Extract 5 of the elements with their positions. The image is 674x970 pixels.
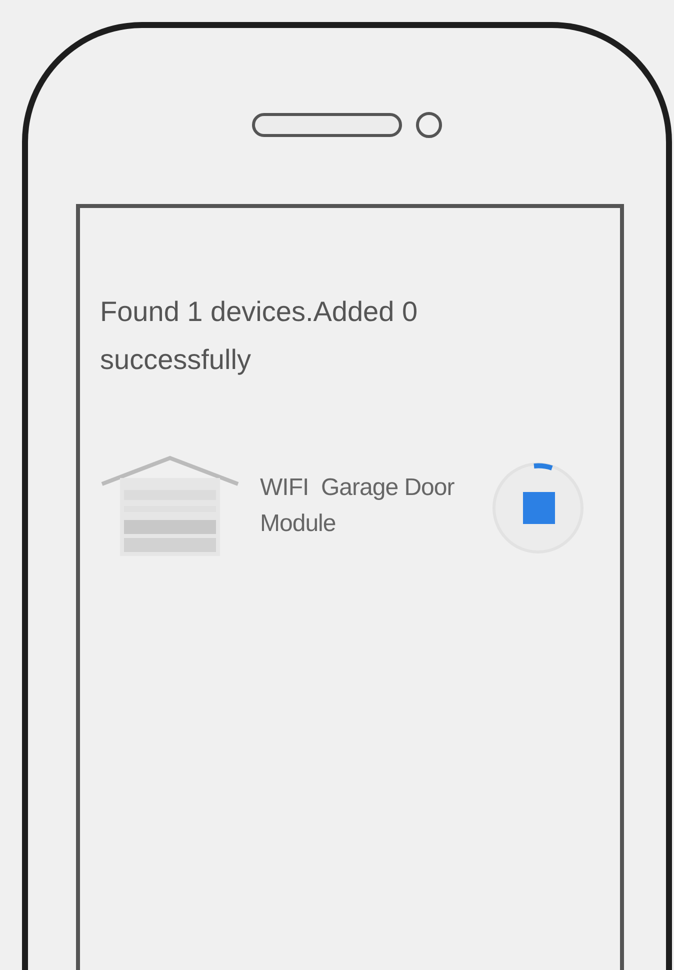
speaker-icon	[252, 113, 402, 137]
device-name: WIFI Garage Door Module	[260, 473, 456, 539]
camera-icon	[416, 112, 442, 138]
garage-icon	[100, 454, 240, 558]
status-message: Found 1 devices.Added 0 successfully	[100, 295, 419, 377]
